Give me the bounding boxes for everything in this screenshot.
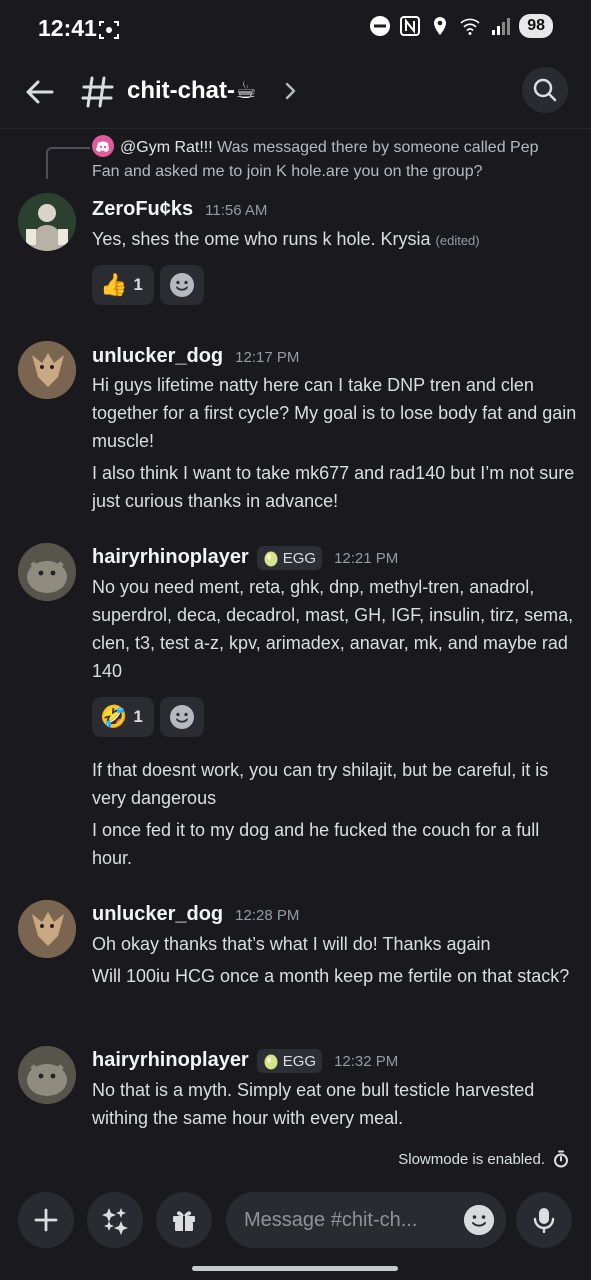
apps-button[interactable] xyxy=(87,1192,143,1248)
timestamp: 12:21 PM xyxy=(334,550,399,567)
message-text: I also think I want to take mk677 and ra… xyxy=(92,463,575,511)
message-line: Yes, shes the ome who runs k hole. Krysi… xyxy=(92,229,431,249)
avatar[interactable] xyxy=(18,193,76,251)
message-input-container[interactable] xyxy=(226,1192,506,1248)
message-text: No that is a myth. Simply eat one bull t… xyxy=(92,1080,535,1128)
guild-tag-label: EGG xyxy=(282,1052,317,1070)
username[interactable]: unlucker_dog xyxy=(92,903,223,926)
battery-indicator: 98 xyxy=(519,14,553,38)
username[interactable]: ZeroFu¢ks xyxy=(92,198,193,221)
screenshot-icon xyxy=(99,21,119,39)
reaction-chip[interactable]: 🤣 1 xyxy=(92,697,154,737)
signal-icon xyxy=(492,18,511,35)
gift-button[interactable] xyxy=(156,1192,212,1248)
message-text: Will 100iu HCG once a month keep me fert… xyxy=(92,966,570,986)
message-header: hairyrhinoplayer EGG 12:21 PM xyxy=(92,546,398,570)
message-text: Oh okay thanks that’s what I will do! Th… xyxy=(92,934,491,954)
timestamp: 12:32 PM xyxy=(334,1053,399,1070)
egg-icon xyxy=(264,551,278,567)
chevron-right-icon[interactable] xyxy=(281,80,299,102)
rofl-emoji: 🤣 xyxy=(100,704,128,729)
discord-icon xyxy=(92,135,114,157)
microphone-icon xyxy=(533,1208,555,1234)
reaction-chip[interactable]: 👍 1 xyxy=(92,265,154,305)
smiley-icon xyxy=(464,1205,494,1235)
message-header: unlucker_dog 12:28 PM xyxy=(92,903,299,926)
avatar[interactable] xyxy=(18,1046,76,1104)
stopwatch-icon xyxy=(554,1150,568,1168)
back-arrow-icon[interactable] xyxy=(22,74,58,110)
timestamp: 12:17 PM xyxy=(235,349,300,366)
voice-message-button[interactable] xyxy=(516,1192,572,1248)
smiley-icon xyxy=(170,705,194,729)
header-divider xyxy=(0,128,591,129)
add-reaction-button[interactable] xyxy=(160,265,204,305)
message-header: unlucker_dog 12:17 PM xyxy=(92,345,299,368)
message-composer xyxy=(0,1180,591,1280)
message-text: I once fed it to my dog and he fucked th… xyxy=(92,820,540,868)
slowmode-text: Slowmode is enabled. xyxy=(398,1150,545,1168)
do-not-disturb-icon xyxy=(370,16,391,36)
timestamp: 11:56 AM xyxy=(205,202,268,219)
emoji-picker-button[interactable] xyxy=(464,1205,494,1235)
message-header: ZeroFu¢ks 11:56 AM xyxy=(92,198,267,221)
add-attachment-button[interactable] xyxy=(18,1192,74,1248)
guild-tag-label: EGG xyxy=(282,549,317,567)
status-time: 12:41 xyxy=(38,15,97,41)
wifi-icon xyxy=(460,18,480,35)
guild-tag[interactable]: EGG xyxy=(256,1049,323,1073)
timestamp: 12:28 PM xyxy=(235,907,300,924)
status-bar: 12:41 98 xyxy=(0,0,591,60)
gift-icon xyxy=(173,1211,195,1231)
status-icons: 98 xyxy=(369,14,553,38)
reply-mention[interactable]: @Gym Rat!!! xyxy=(120,139,213,156)
avatar[interactable] xyxy=(18,900,76,958)
channel-name[interactable]: chit-chat-☕ xyxy=(127,76,257,105)
egg-icon xyxy=(264,1054,278,1070)
smiley-icon xyxy=(170,273,194,297)
add-reaction-button[interactable] xyxy=(160,697,204,737)
message-text: If that doesnt work, you can try shilaji… xyxy=(92,760,549,808)
reaction-count: 1 xyxy=(133,275,143,294)
avatar[interactable] xyxy=(18,341,76,399)
guild-tag[interactable]: EGG xyxy=(256,546,323,570)
plus-icon xyxy=(34,1208,58,1232)
message-text: Yes, shes the ome who runs k hole. Krysi… xyxy=(92,225,577,255)
slowmode-notice: Slowmode is enabled. xyxy=(398,1150,569,1168)
username[interactable]: hairyrhinoplayer xyxy=(92,1049,249,1072)
reply-preview[interactable]: @Gym Rat!!! Was messaged there by someon… xyxy=(92,135,562,184)
thumbs-up-emoji: 👍 xyxy=(100,272,128,297)
hash-icon xyxy=(81,76,114,108)
reply-connector xyxy=(46,147,90,179)
message-text: No you need ment, reta, ghk, dnp, methyl… xyxy=(92,577,574,681)
message-input[interactable] xyxy=(244,1208,454,1232)
edited-label: (edited) xyxy=(435,233,480,248)
search-icon xyxy=(533,78,557,102)
username[interactable]: unlucker_dog xyxy=(92,345,223,368)
avatar[interactable] xyxy=(18,543,76,601)
message-header: hairyrhinoplayer EGG 12:32 PM xyxy=(92,1049,398,1073)
home-indicator[interactable] xyxy=(192,1266,398,1271)
channel-header: chit-chat-☕ xyxy=(0,62,591,122)
reaction-count: 1 xyxy=(133,707,143,726)
sparkles-icon xyxy=(102,1208,128,1235)
search-button[interactable] xyxy=(522,67,568,113)
message-text: Hi guys lifetime natty here can I take D… xyxy=(92,375,577,451)
nfc-icon xyxy=(400,16,421,36)
username[interactable]: hairyrhinoplayer xyxy=(92,546,249,569)
location-icon xyxy=(434,17,447,35)
